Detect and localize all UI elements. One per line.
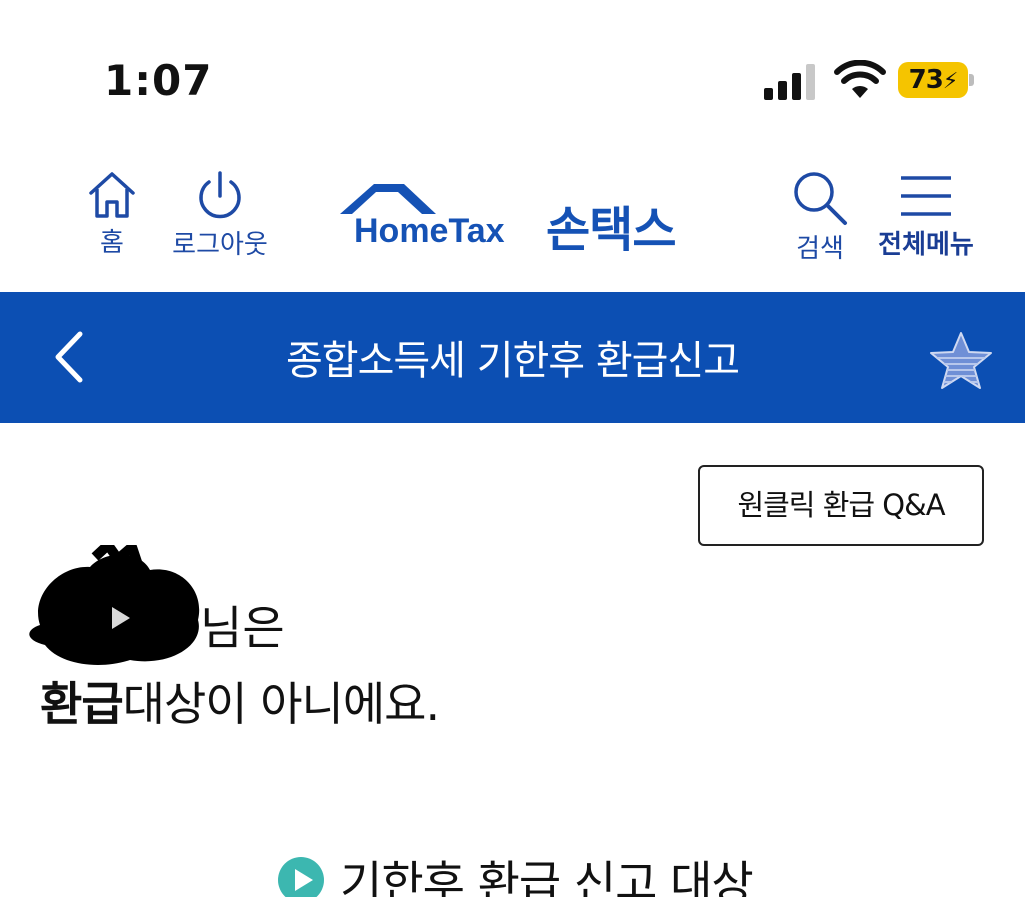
status-bar: 1:07 73⚡ [0,0,1025,140]
logout-button[interactable]: 로그아웃 [160,170,280,261]
search-button[interactable]: 검색 [780,170,860,265]
result-strong: 환급 [40,677,124,731]
power-icon [199,171,241,219]
result-rest: 대상이 아니에요. [122,677,440,731]
search-label: 검색 [796,234,844,264]
status-time: 1:07 [104,56,213,105]
play-circle-icon [278,857,324,897]
full-menu-button[interactable]: 전체메뉴 [868,170,984,261]
page-title-bar: 종합소득세 기한후 환급신고 [0,292,1025,423]
section-title: 기한후 환급 신고 대상 [340,856,754,897]
logo-text-ko: 손택스 [546,202,676,258]
page-title: 종합소득세 기한후 환급신고 [285,338,740,384]
app-header: 홈 로그아웃 HomeTax 손택스 검색 전체메뉴 [0,140,1025,292]
user-suffix: 님은 [200,601,285,655]
chevron-left-icon[interactable] [48,330,92,384]
battery-tip [969,74,974,86]
battery-indicator: 73⚡ [898,62,974,98]
hometax-logo[interactable]: HomeTax 손택스 [338,180,698,258]
wifi-icon [834,60,886,98]
battery-level: 73⚡ [904,62,962,98]
home-button[interactable]: 홈 [84,170,140,259]
cellular-signal-icon [764,64,815,100]
search-icon [794,172,847,225]
refund-result-message: 환급대상이 아니에요. [40,668,440,734]
home-label: 홈 [100,228,124,258]
battery-level-value: 73 [908,65,944,95]
star-icon[interactable] [928,330,994,390]
section-header: 기한후 환급 신고 대상 [278,850,754,897]
logo-roof-icon [340,184,436,214]
logo-text-en: HomeTax [354,212,505,250]
one-click-refund-qa-button[interactable]: 원클릭 환급 Q&A [698,465,984,546]
charging-bolt-icon: ⚡ [942,69,958,94]
hamburger-menu-icon [901,176,951,216]
logout-label: 로그아웃 [172,230,268,260]
redaction-scribble [29,545,200,665]
full-menu-label: 전체메뉴 [878,230,974,260]
home-icon [89,172,135,218]
